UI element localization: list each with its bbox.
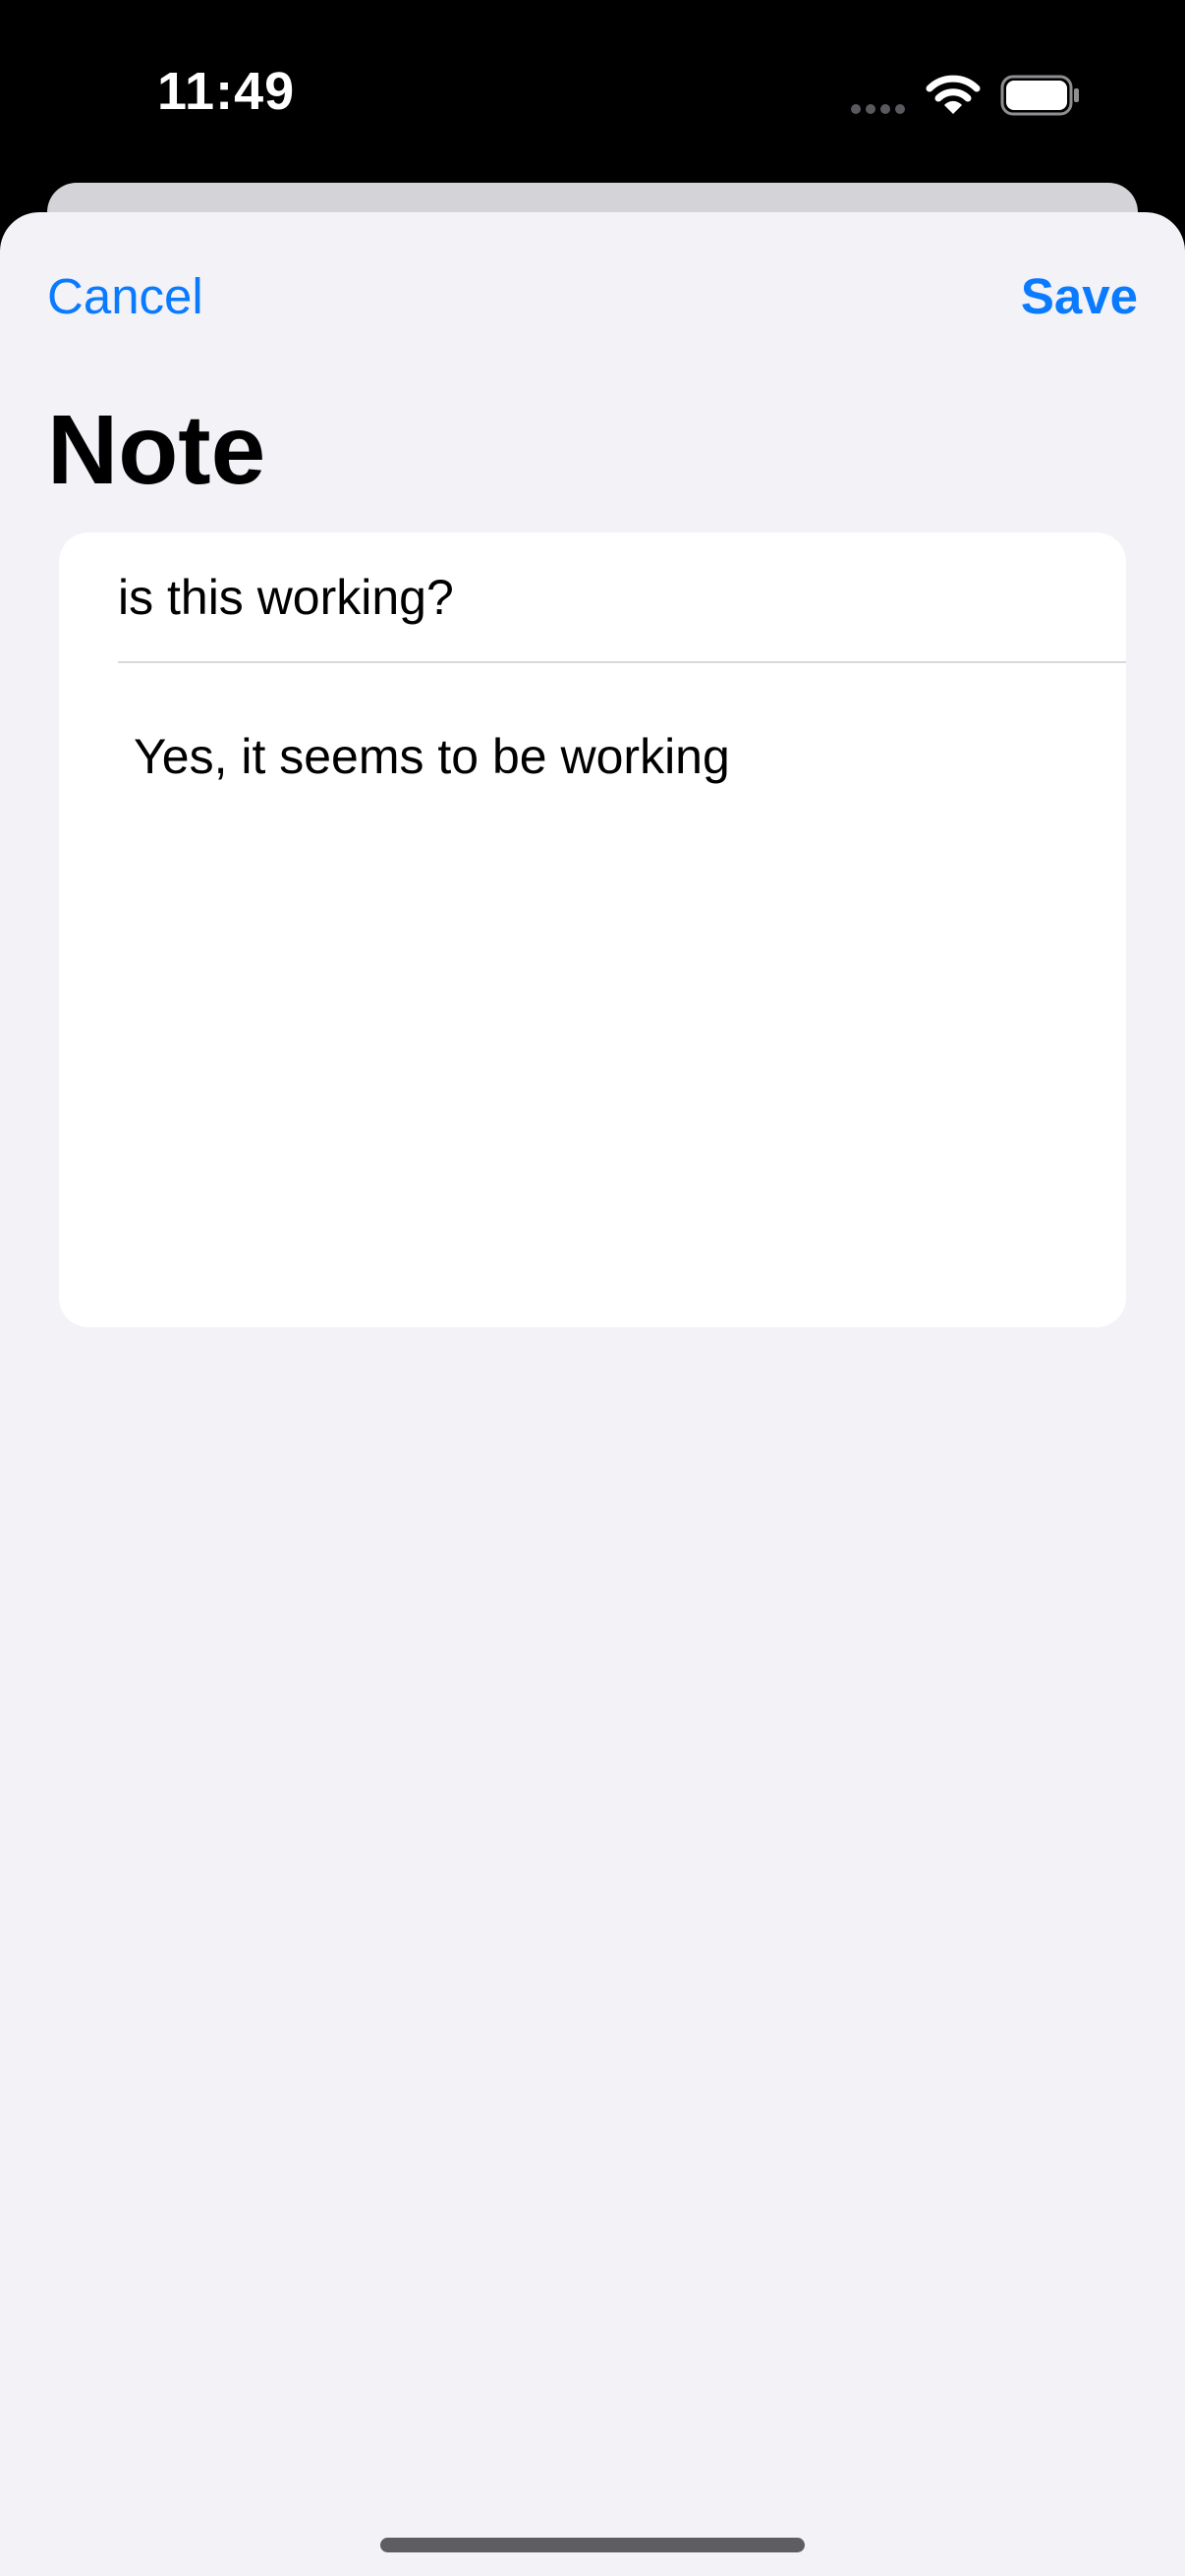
battery-icon: [1000, 75, 1079, 116]
status-bar: 11:49: [0, 0, 1185, 182]
cellular-signal-icon: [851, 104, 905, 114]
status-time: 11:49: [157, 62, 296, 121]
cancel-button[interactable]: Cancel: [47, 265, 203, 328]
note-body-field[interactable]: Yes, it seems to be working: [134, 725, 1097, 1295]
save-button[interactable]: Save: [1021, 265, 1138, 328]
home-indicator[interactable]: [380, 2538, 805, 2552]
page-title: Note: [47, 395, 266, 505]
wifi-icon: [926, 75, 981, 114]
note-card: Yes, it seems to be working: [59, 532, 1126, 1327]
divider: [118, 661, 1126, 663]
note-title-field[interactable]: [118, 562, 1100, 633]
